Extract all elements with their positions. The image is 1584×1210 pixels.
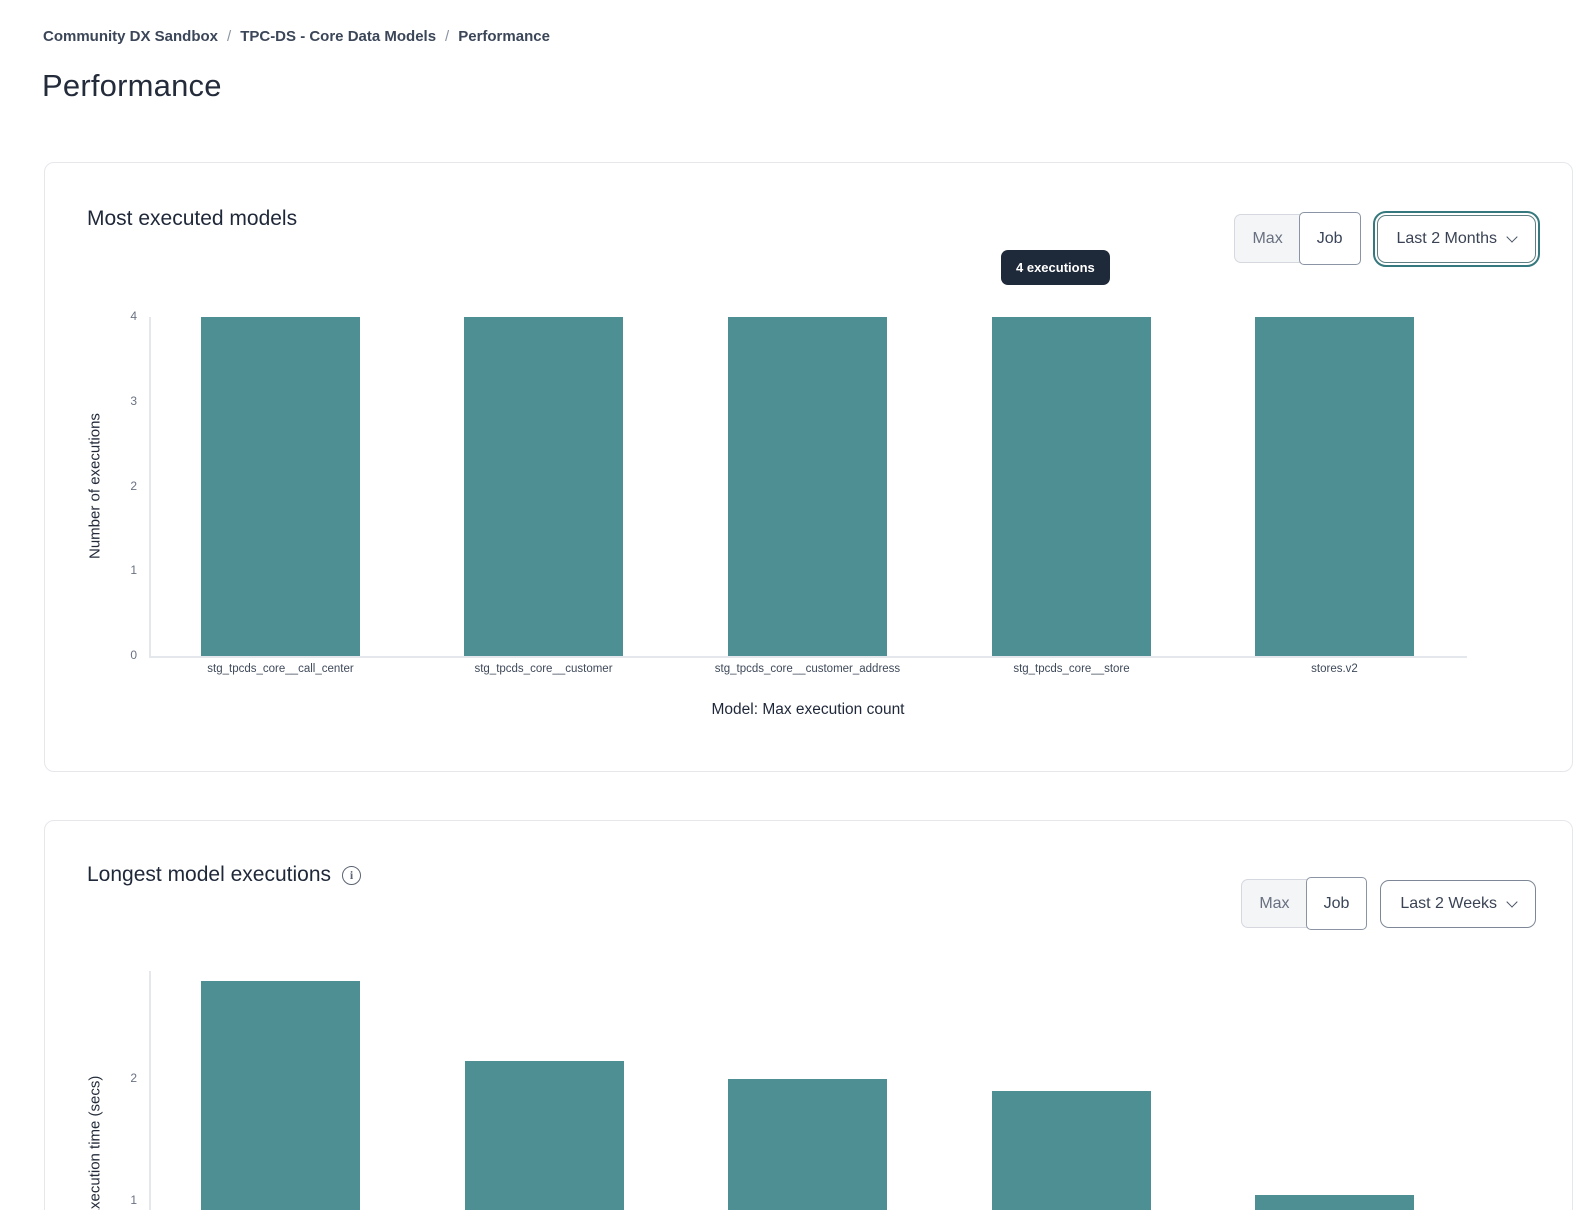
chart-bar[interactable] bbox=[728, 317, 887, 656]
x-category-label: stg_tpcds_core__customer_address bbox=[668, 663, 948, 675]
longest-model-executions-card: Longest model executions i Max Job Last … bbox=[44, 820, 1573, 1210]
y-tick-label: 3 bbox=[87, 394, 137, 408]
chart-bar[interactable] bbox=[464, 317, 623, 656]
breadcrumb: Community DX Sandbox / TPC-DS - Core Data … bbox=[43, 28, 550, 45]
job-toggle-button[interactable]: Job bbox=[1306, 877, 1368, 930]
chart-bar[interactable] bbox=[992, 317, 1151, 656]
page-title: Performance bbox=[42, 68, 222, 104]
y-tick-label: 1 bbox=[87, 1193, 137, 1207]
x-category-label: stg_tpcds_core__call_center bbox=[141, 663, 421, 675]
x-axis-title: Model: Max execution count bbox=[149, 701, 1467, 719]
breadcrumb-separator: / bbox=[445, 28, 449, 45]
y-tick-label: 4 bbox=[87, 309, 137, 323]
chart-bar[interactable] bbox=[201, 317, 360, 656]
chart-bar[interactable] bbox=[465, 1061, 624, 1210]
x-axis-line bbox=[149, 656, 1467, 658]
y-tick-label: 2 bbox=[87, 479, 137, 493]
most-executed-models-card: Most executed models Max Job Last 2 Mont… bbox=[44, 162, 1573, 772]
x-category-label: stg_tpcds_core__customer bbox=[404, 663, 684, 675]
job-toggle-button[interactable]: Job bbox=[1299, 212, 1361, 265]
performance-page: Community DX Sandbox / TPC-DS - Core Data … bbox=[0, 0, 1584, 1210]
y-axis-line bbox=[149, 317, 151, 656]
breadcrumb-item-project[interactable]: Community DX Sandbox bbox=[43, 28, 218, 45]
y-axis-line bbox=[149, 971, 151, 1210]
chart-bar[interactable] bbox=[728, 1079, 887, 1210]
chart-bar[interactable] bbox=[201, 981, 360, 1210]
breadcrumb-separator: / bbox=[227, 28, 231, 45]
breadcrumb-item-data-models[interactable]: TPC-DS - Core Data Models bbox=[240, 28, 436, 45]
breadcrumb-item-performance: Performance bbox=[458, 28, 550, 45]
chart-bar[interactable] bbox=[1255, 1195, 1414, 1210]
chart-tooltip: 4 executions bbox=[1001, 250, 1110, 285]
chart-bar[interactable] bbox=[992, 1091, 1151, 1210]
x-category-label: stores.v2 bbox=[1195, 663, 1475, 675]
y-tick-label: 2 bbox=[87, 1071, 137, 1085]
y-tick-label: 0 bbox=[87, 648, 137, 662]
x-category-label: stg_tpcds_core__store bbox=[932, 663, 1212, 675]
y-tick-label: 1 bbox=[87, 563, 137, 577]
chart-bar[interactable] bbox=[1255, 317, 1414, 656]
